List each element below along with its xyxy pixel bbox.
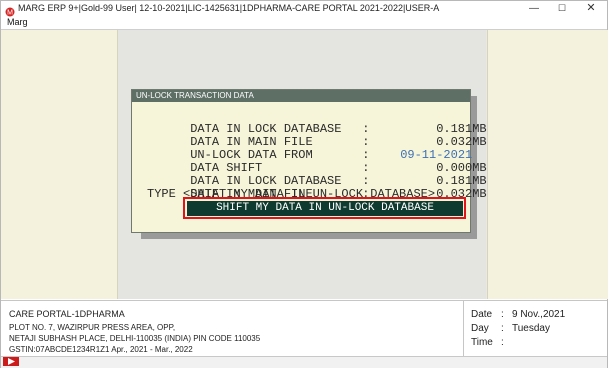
day-separator: : xyxy=(501,323,504,334)
address-line-1: PLOT NO. 7, WAZIRPUR PRESS AREA, OPP, xyxy=(9,323,176,332)
row-unit: MB xyxy=(472,187,487,201)
menu-bar: Marg xyxy=(1,17,607,30)
svg-text:M: M xyxy=(7,10,13,17)
dialog-title-bar: UN-LOCK TRANSACTION DATA xyxy=(132,90,470,102)
day-label: Day xyxy=(471,323,489,334)
time-separator: : xyxy=(501,337,504,348)
window-title: MARG ERP 9+|Gold-99 User| 12-10-2021|LIC… xyxy=(18,3,440,13)
status-strip xyxy=(1,356,607,368)
date-label: Date xyxy=(471,309,493,320)
marg-logo-icon: M xyxy=(5,4,15,17)
play-button[interactable] xyxy=(3,357,19,366)
minimize-button[interactable]: — xyxy=(521,1,547,17)
address-line-2: NETAJI SUBHASH PLACE, DELHI-110035 (INDI… xyxy=(9,334,261,343)
close-button[interactable]: ✕ xyxy=(577,1,605,17)
time-label: Time xyxy=(471,337,493,348)
menu-item-marg[interactable]: Marg xyxy=(7,17,28,27)
play-icon xyxy=(8,358,15,365)
date-separator: : xyxy=(501,309,504,320)
right-panel xyxy=(487,30,608,299)
app-window: M MARG ERP 9+|Gold-99 User| 12-10-2021|L… xyxy=(0,0,608,368)
gstin-line: GSTIN:07ABCDE1234R1Z1 Apr., 2021 - Mar.,… xyxy=(9,345,193,354)
footer-panel: CARE PORTAL-1DPHARMA PLOT NO. 7, WAZIRPU… xyxy=(1,300,607,357)
shift-data-input[interactable]: SHIFT MY DATA IN UN-LOCK DATABASE xyxy=(187,201,463,216)
dialog-title: UN-LOCK TRANSACTION DATA xyxy=(136,91,254,100)
title-bar: M MARG ERP 9+|Gold-99 User| 12-10-2021|L… xyxy=(1,1,607,17)
left-panel xyxy=(1,30,118,299)
day-value: Tuesday xyxy=(512,323,550,334)
footer-divider xyxy=(463,300,464,356)
company-name: CARE PORTAL-1DPHARMA xyxy=(9,309,125,319)
date-value: 9 Nov.,2021 xyxy=(512,309,566,320)
maximize-button[interactable]: ☐ xyxy=(549,1,575,17)
